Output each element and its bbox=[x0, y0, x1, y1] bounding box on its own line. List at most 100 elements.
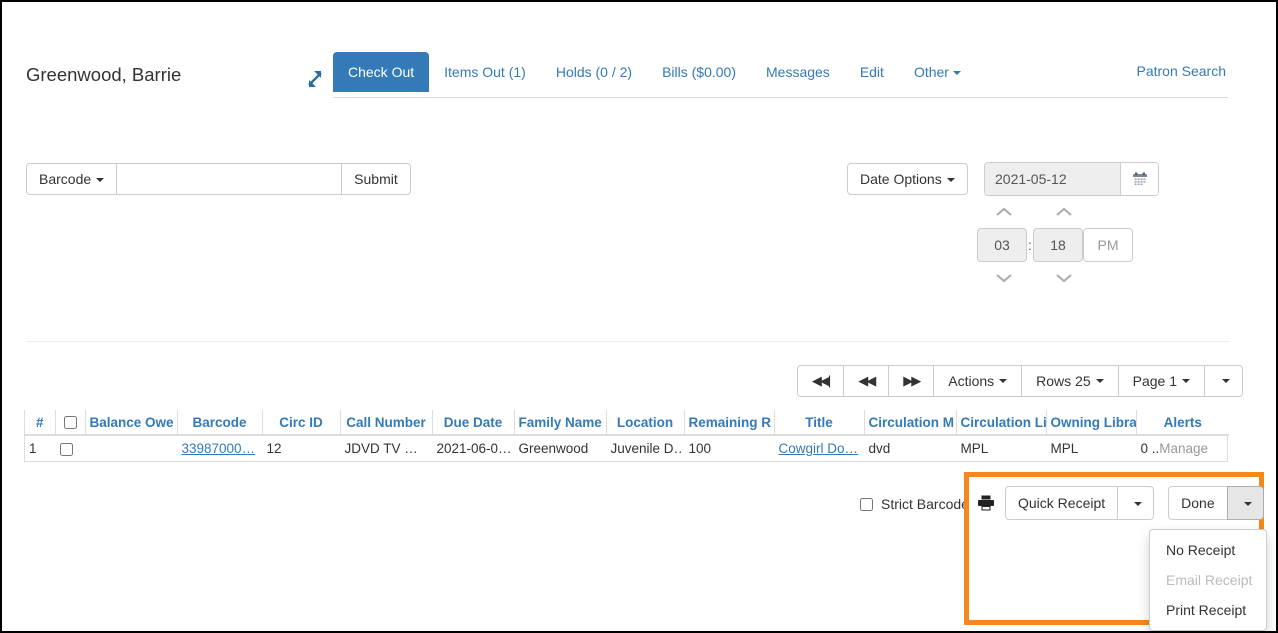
column-header-circulation-modifier[interactable]: Circulation M bbox=[864, 410, 957, 436]
chevron-down-icon bbox=[1095, 379, 1104, 383]
barcode-input[interactable] bbox=[117, 163, 342, 195]
section-divider bbox=[26, 341, 1230, 342]
hour-increment-icon[interactable] bbox=[977, 206, 1031, 218]
menu-item-no-receipt[interactable]: No Receipt bbox=[1150, 535, 1266, 565]
chevron-down-icon bbox=[999, 379, 1008, 383]
strict-barcode-label: Strict Barcode bbox=[881, 496, 969, 512]
minute-decrement-icon[interactable] bbox=[1037, 272, 1091, 284]
tab-check-out[interactable]: Check Out bbox=[333, 52, 430, 92]
previous-page-icon[interactable]: ◀◀ bbox=[843, 365, 890, 397]
alerts-count: 0 .. bbox=[1140, 441, 1160, 456]
chevron-down-icon bbox=[1182, 379, 1190, 383]
column-header-select-all bbox=[55, 410, 86, 436]
alerts-manage-link[interactable]: Manage bbox=[1159, 441, 1208, 456]
chevron-down-icon bbox=[1243, 502, 1252, 507]
actions-dropdown[interactable]: Actions bbox=[933, 365, 1023, 397]
done-button[interactable]: Done bbox=[1168, 486, 1228, 520]
column-header-alerts[interactable]: Alerts bbox=[1136, 410, 1229, 436]
cell-balance-owed bbox=[85, 435, 178, 461]
page-dropdown[interactable]: Page 1 bbox=[1117, 365, 1205, 397]
tab-messages[interactable]: Messages bbox=[751, 52, 845, 92]
quick-receipt-dropdown-toggle[interactable] bbox=[1117, 486, 1155, 520]
grid-toolbar: ◀◀| ◀◀ ▶▶ Actions Rows 25 Page 1 bbox=[796, 365, 1243, 397]
done-split-button: Done bbox=[1168, 486, 1264, 520]
page-title: Greenwood, Barrie bbox=[26, 64, 182, 85]
column-header-barcode[interactable]: Barcode bbox=[177, 410, 263, 436]
chevron-down-icon bbox=[946, 178, 955, 183]
next-page-icon[interactable]: ▶▶ bbox=[888, 365, 935, 397]
cell-row-number: 1 bbox=[25, 435, 56, 461]
tab-bills[interactable]: Bills ($0.00) bbox=[647, 52, 751, 92]
cell-circ-id: 12 bbox=[262, 435, 341, 461]
patron-search-link[interactable]: Patron Search bbox=[1135, 52, 1229, 90]
submit-button[interactable]: Submit bbox=[341, 163, 411, 195]
select-all-checkbox[interactable] bbox=[63, 416, 77, 430]
app-window: Greenwood, Barrie Check Out Items Out (1… bbox=[0, 0, 1278, 633]
rows-dropdown[interactable]: Rows 25 bbox=[1021, 365, 1119, 397]
minute-input[interactable] bbox=[1033, 228, 1083, 262]
column-header-owning-library[interactable]: Owning Libra bbox=[1046, 410, 1137, 436]
barcode-type-label: Barcode bbox=[39, 171, 92, 187]
tab-items-out[interactable]: Items Out (1) bbox=[429, 52, 541, 92]
column-header-circ-id[interactable]: Circ ID bbox=[262, 410, 341, 436]
strict-barcode-toggle[interactable]: Strict Barcode bbox=[860, 496, 969, 512]
hour-decrement-icon[interactable] bbox=[977, 272, 1031, 284]
actions-label: Actions bbox=[948, 373, 995, 389]
column-header-family-name[interactable]: Family Name bbox=[514, 410, 607, 436]
table-row[interactable]: 1 33987000… 12 JDVD TV … 2021-06-0… Gree… bbox=[25, 435, 1229, 461]
printer-icon[interactable] bbox=[977, 494, 995, 512]
checkout-barcode-group: Barcode Submit bbox=[26, 163, 411, 195]
barcode-link[interactable]: 33987000… bbox=[182, 441, 256, 456]
column-header-balance-owed[interactable]: Balance Owe bbox=[85, 410, 178, 436]
patron-header: Greenwood, Barrie Check Out Items Out (1… bbox=[24, 52, 1228, 100]
calendar-icon[interactable] bbox=[1120, 163, 1158, 195]
date-options-label: Date Options bbox=[860, 171, 942, 187]
rows-label: Rows 25 bbox=[1036, 373, 1091, 389]
column-header-due-date[interactable]: Due Date bbox=[432, 410, 515, 436]
cell-title: Cowgirl Do… bbox=[774, 435, 865, 461]
tab-edit[interactable]: Edit bbox=[845, 52, 899, 92]
tab-other-label: Other bbox=[913, 64, 949, 80]
cell-family-name: Greenwood bbox=[514, 435, 607, 461]
patron-tabs: Check Out Items Out (1) Holds (0 / 2) Bi… bbox=[333, 52, 1228, 98]
date-options-button[interactable]: Date Options bbox=[847, 163, 968, 195]
cell-circulation-library: MPL bbox=[956, 435, 1047, 461]
tab-other[interactable]: Other bbox=[899, 52, 976, 92]
chevron-down-icon bbox=[96, 178, 105, 183]
chevron-down-icon bbox=[1134, 502, 1143, 507]
title-link[interactable]: Cowgirl Do… bbox=[779, 441, 859, 456]
barcode-type-dropdown[interactable]: Barcode bbox=[26, 163, 118, 195]
menu-item-print-receipt[interactable]: Print Receipt bbox=[1150, 595, 1266, 625]
hour-input[interactable] bbox=[977, 228, 1027, 262]
chevron-down-icon bbox=[952, 71, 961, 76]
receipt-action-bar: Quick Receipt Done bbox=[977, 486, 1276, 520]
column-header-circulation-library[interactable]: Circulation Li bbox=[956, 410, 1047, 436]
column-header-remaining-renewals[interactable]: Remaining R bbox=[684, 410, 775, 436]
grid-options-dropdown[interactable] bbox=[1204, 365, 1243, 397]
row-select-checkbox[interactable] bbox=[59, 442, 73, 456]
tab-holds[interactable]: Holds (0 / 2) bbox=[541, 52, 647, 92]
receipt-dropdown-menu: No Receipt Email Receipt Print Receipt bbox=[1149, 529, 1267, 631]
cell-call-number: JDVD TV … bbox=[340, 435, 433, 461]
cell-circulation-modifier: dvd bbox=[864, 435, 957, 461]
due-date-input[interactable] bbox=[985, 163, 1120, 195]
column-header-title[interactable]: Title bbox=[774, 410, 865, 436]
quick-receipt-split-button: Quick Receipt bbox=[1005, 486, 1155, 520]
due-date-field-group bbox=[984, 162, 1159, 196]
column-header-row-number[interactable]: # bbox=[25, 410, 56, 436]
first-page-icon[interactable]: ◀◀| bbox=[796, 365, 845, 397]
menu-item-email-receipt: Email Receipt bbox=[1166, 572, 1253, 588]
expand-arrows-icon[interactable] bbox=[302, 66, 328, 92]
cell-barcode: 33987000… bbox=[177, 435, 263, 461]
minute-increment-icon[interactable] bbox=[1037, 206, 1091, 218]
column-header-call-number[interactable]: Call Number bbox=[340, 410, 433, 436]
meridiem-toggle[interactable]: PM bbox=[1083, 228, 1133, 262]
table-header-row: # Balance Owe Barcode Circ ID Call Numbe… bbox=[25, 410, 1229, 436]
cell-owning-library: MPL bbox=[1046, 435, 1137, 461]
checkout-grid: # Balance Owe Barcode Circ ID Call Numbe… bbox=[24, 410, 1229, 462]
time-picker: : PM bbox=[977, 198, 1147, 292]
strict-barcode-checkbox[interactable] bbox=[860, 497, 873, 511]
quick-receipt-button[interactable]: Quick Receipt bbox=[1005, 486, 1119, 520]
done-dropdown-toggle[interactable] bbox=[1226, 486, 1264, 520]
column-header-location[interactable]: Location bbox=[606, 410, 685, 436]
